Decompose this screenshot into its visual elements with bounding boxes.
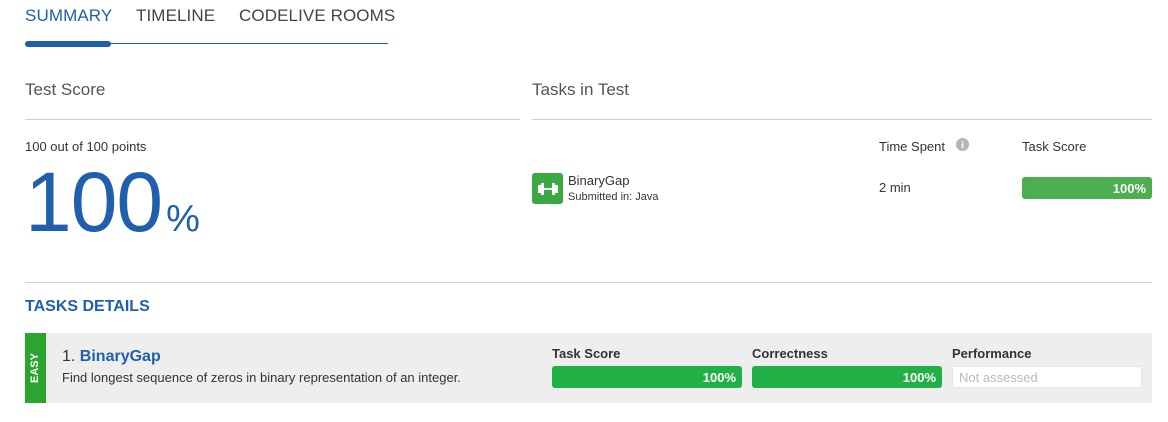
task-time-spent: 2 min (879, 180, 911, 195)
active-tab-indicator (25, 41, 111, 47)
time-spent-label: Time Spent (879, 139, 945, 154)
task-detail-description: Find longest sequence of zeros in binary… (62, 370, 461, 385)
task-detail-number: 1. (62, 348, 76, 365)
section-divider (25, 282, 1152, 283)
task-score-label: Task Score (1022, 139, 1087, 154)
tab-summary[interactable]: SUMMARY (25, 6, 112, 26)
info-icon[interactable] (956, 138, 969, 151)
score-percent-value: 100 (25, 155, 163, 249)
tab-codelive-rooms[interactable]: CODELIVE ROOMS (239, 6, 395, 26)
tasks-in-test-divider (532, 119, 1152, 120)
detail-task-score-value: 100% (702, 369, 736, 385)
points-text: 100 out of 100 points (25, 139, 147, 154)
performance-value: Not assessed (959, 369, 1038, 385)
task-detail-link[interactable]: BinaryGap (80, 348, 161, 365)
detail-task-score-bar: 100% (552, 366, 742, 388)
task-detail-card: EASY 1. BinaryGap Find longest sequence … (25, 333, 1152, 403)
score-percentage: 100% (25, 160, 200, 244)
difficulty-label: EASY (29, 353, 41, 383)
task-submitted-language: Submitted in: Java (568, 191, 659, 203)
task-score-value: 100% (1112, 180, 1146, 196)
dumbbell-icon (532, 173, 563, 204)
task-score-bar: 100% (1022, 177, 1152, 199)
tasks-details-title: TASKS DETAILS (25, 298, 150, 315)
test-score-title: Test Score (25, 80, 106, 99)
difficulty-badge: EASY (25, 333, 46, 403)
correctness-column-label: Correctness (752, 346, 828, 361)
task-name[interactable]: BinaryGap (568, 173, 629, 188)
correctness-bar: 100% (752, 366, 942, 388)
test-score-divider (25, 119, 520, 120)
task-detail-title: 1. BinaryGap (62, 348, 161, 366)
correctness-value: 100% (902, 369, 936, 385)
performance-bar: Not assessed (952, 366, 1142, 388)
tab-timeline[interactable]: TIMELINE (136, 6, 215, 26)
performance-column-label: Performance (952, 346, 1032, 361)
tasks-in-test-title: Tasks in Test (532, 80, 630, 99)
task-score-column-label: Task Score (552, 346, 621, 361)
score-percent-sign: % (166, 198, 200, 240)
